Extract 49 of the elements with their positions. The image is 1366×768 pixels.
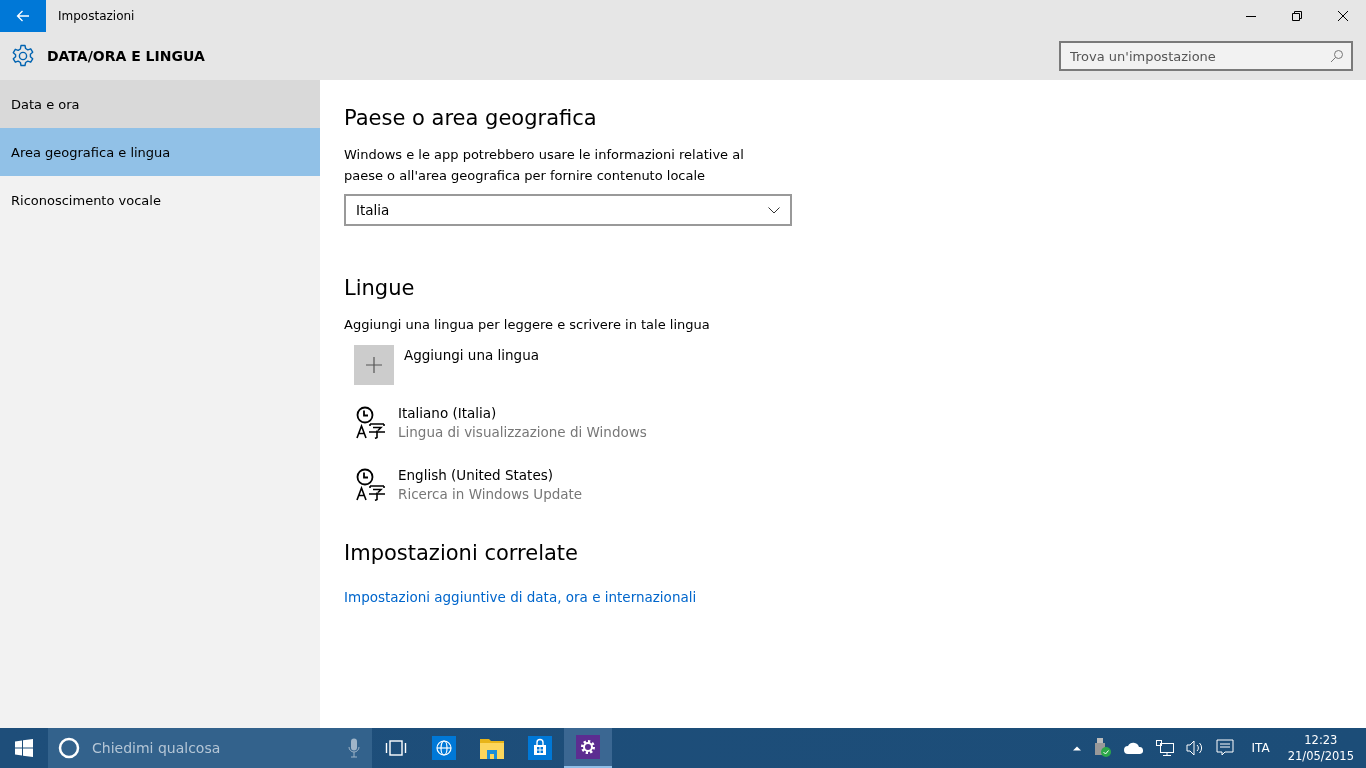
microphone-icon	[348, 738, 360, 758]
input-language-indicator[interactable]: ITA	[1251, 741, 1270, 755]
language-name: Italiano (Italia)	[398, 405, 498, 421]
section-heading: Paese o area geografica	[344, 106, 598, 130]
chevron-down-icon	[768, 206, 780, 214]
description-text: Aggiungi una lingua per leggere e scrivere in tale lingua	[344, 316, 711, 334]
settings-gear-icon	[576, 735, 600, 759]
close-icon	[1338, 11, 1348, 21]
caret-up-icon[interactable]	[1071, 745, 1082, 751]
window-title: Impostazioni	[58, 9, 135, 23]
cortana-icon	[58, 737, 80, 759]
section-heading: Lingue	[344, 276, 416, 300]
restore-icon	[1292, 11, 1302, 21]
clock[interactable]: 12:23 21/05/2015	[1287, 732, 1354, 764]
language-item[interactable]: Italiano (Italia) Lingua di visualizzazione di Windows	[354, 405, 1342, 445]
folder-icon	[480, 737, 504, 759]
country-dropdown[interactable]: Italia	[344, 194, 792, 226]
language-status: Lingua di visualizzazione di Windows	[398, 424, 647, 440]
language-status: Ricerca in Windows Update	[398, 486, 583, 502]
settings-icon	[11, 44, 35, 68]
sidebar-item[interactable]: Area geografica e lingua	[0, 128, 320, 176]
network-icon[interactable]	[1155, 740, 1174, 756]
back-arrow-icon	[16, 10, 30, 22]
language-item[interactable]: English (United States) Ricerca in Windows Update	[354, 467, 1342, 507]
language-name: English (United States)	[398, 467, 554, 483]
description-text: Windows e le app potrebbero usare le informazioni relative al paese o all'area geografica per fornire contenuto locale	[344, 146, 745, 185]
cloud-icon[interactable]	[1123, 742, 1144, 754]
back-button[interactable]	[0, 0, 46, 32]
taskbar-search-box[interactable]: Chiedimi qualcosa	[48, 728, 372, 768]
sidebar-item[interactable]: Riconoscimento vocale	[0, 176, 320, 224]
language-icon	[354, 467, 386, 501]
search-field[interactable]: Trova un'impostazione	[1059, 41, 1353, 71]
taskbar-app-button[interactable]	[564, 728, 612, 768]
language-icon	[354, 405, 386, 439]
search-icon	[1330, 49, 1344, 63]
section-heading: Impostazioni correlate	[344, 541, 579, 565]
taskbar-search-field[interactable]: Chiedimi qualcosa	[90, 739, 338, 757]
store-bag-icon	[528, 736, 552, 760]
add-language-button[interactable]: Aggiungi una lingua	[354, 345, 539, 385]
windows-logo-icon	[15, 739, 33, 757]
task-view-icon	[385, 740, 407, 756]
usb-device-icon[interactable]	[1093, 738, 1112, 758]
speaker-icon[interactable]	[1185, 740, 1204, 756]
sidebar-item[interactable]: Data e ora	[0, 80, 320, 128]
page-title: DATA/ORA E LINGUA	[47, 48, 205, 64]
notification-icon[interactable]	[1215, 739, 1234, 757]
related-settings-link[interactable]: Impostazioni aggiuntive di data, ora e internazionali	[344, 589, 697, 605]
plus-icon	[366, 357, 382, 373]
globe-icon	[432, 736, 456, 760]
